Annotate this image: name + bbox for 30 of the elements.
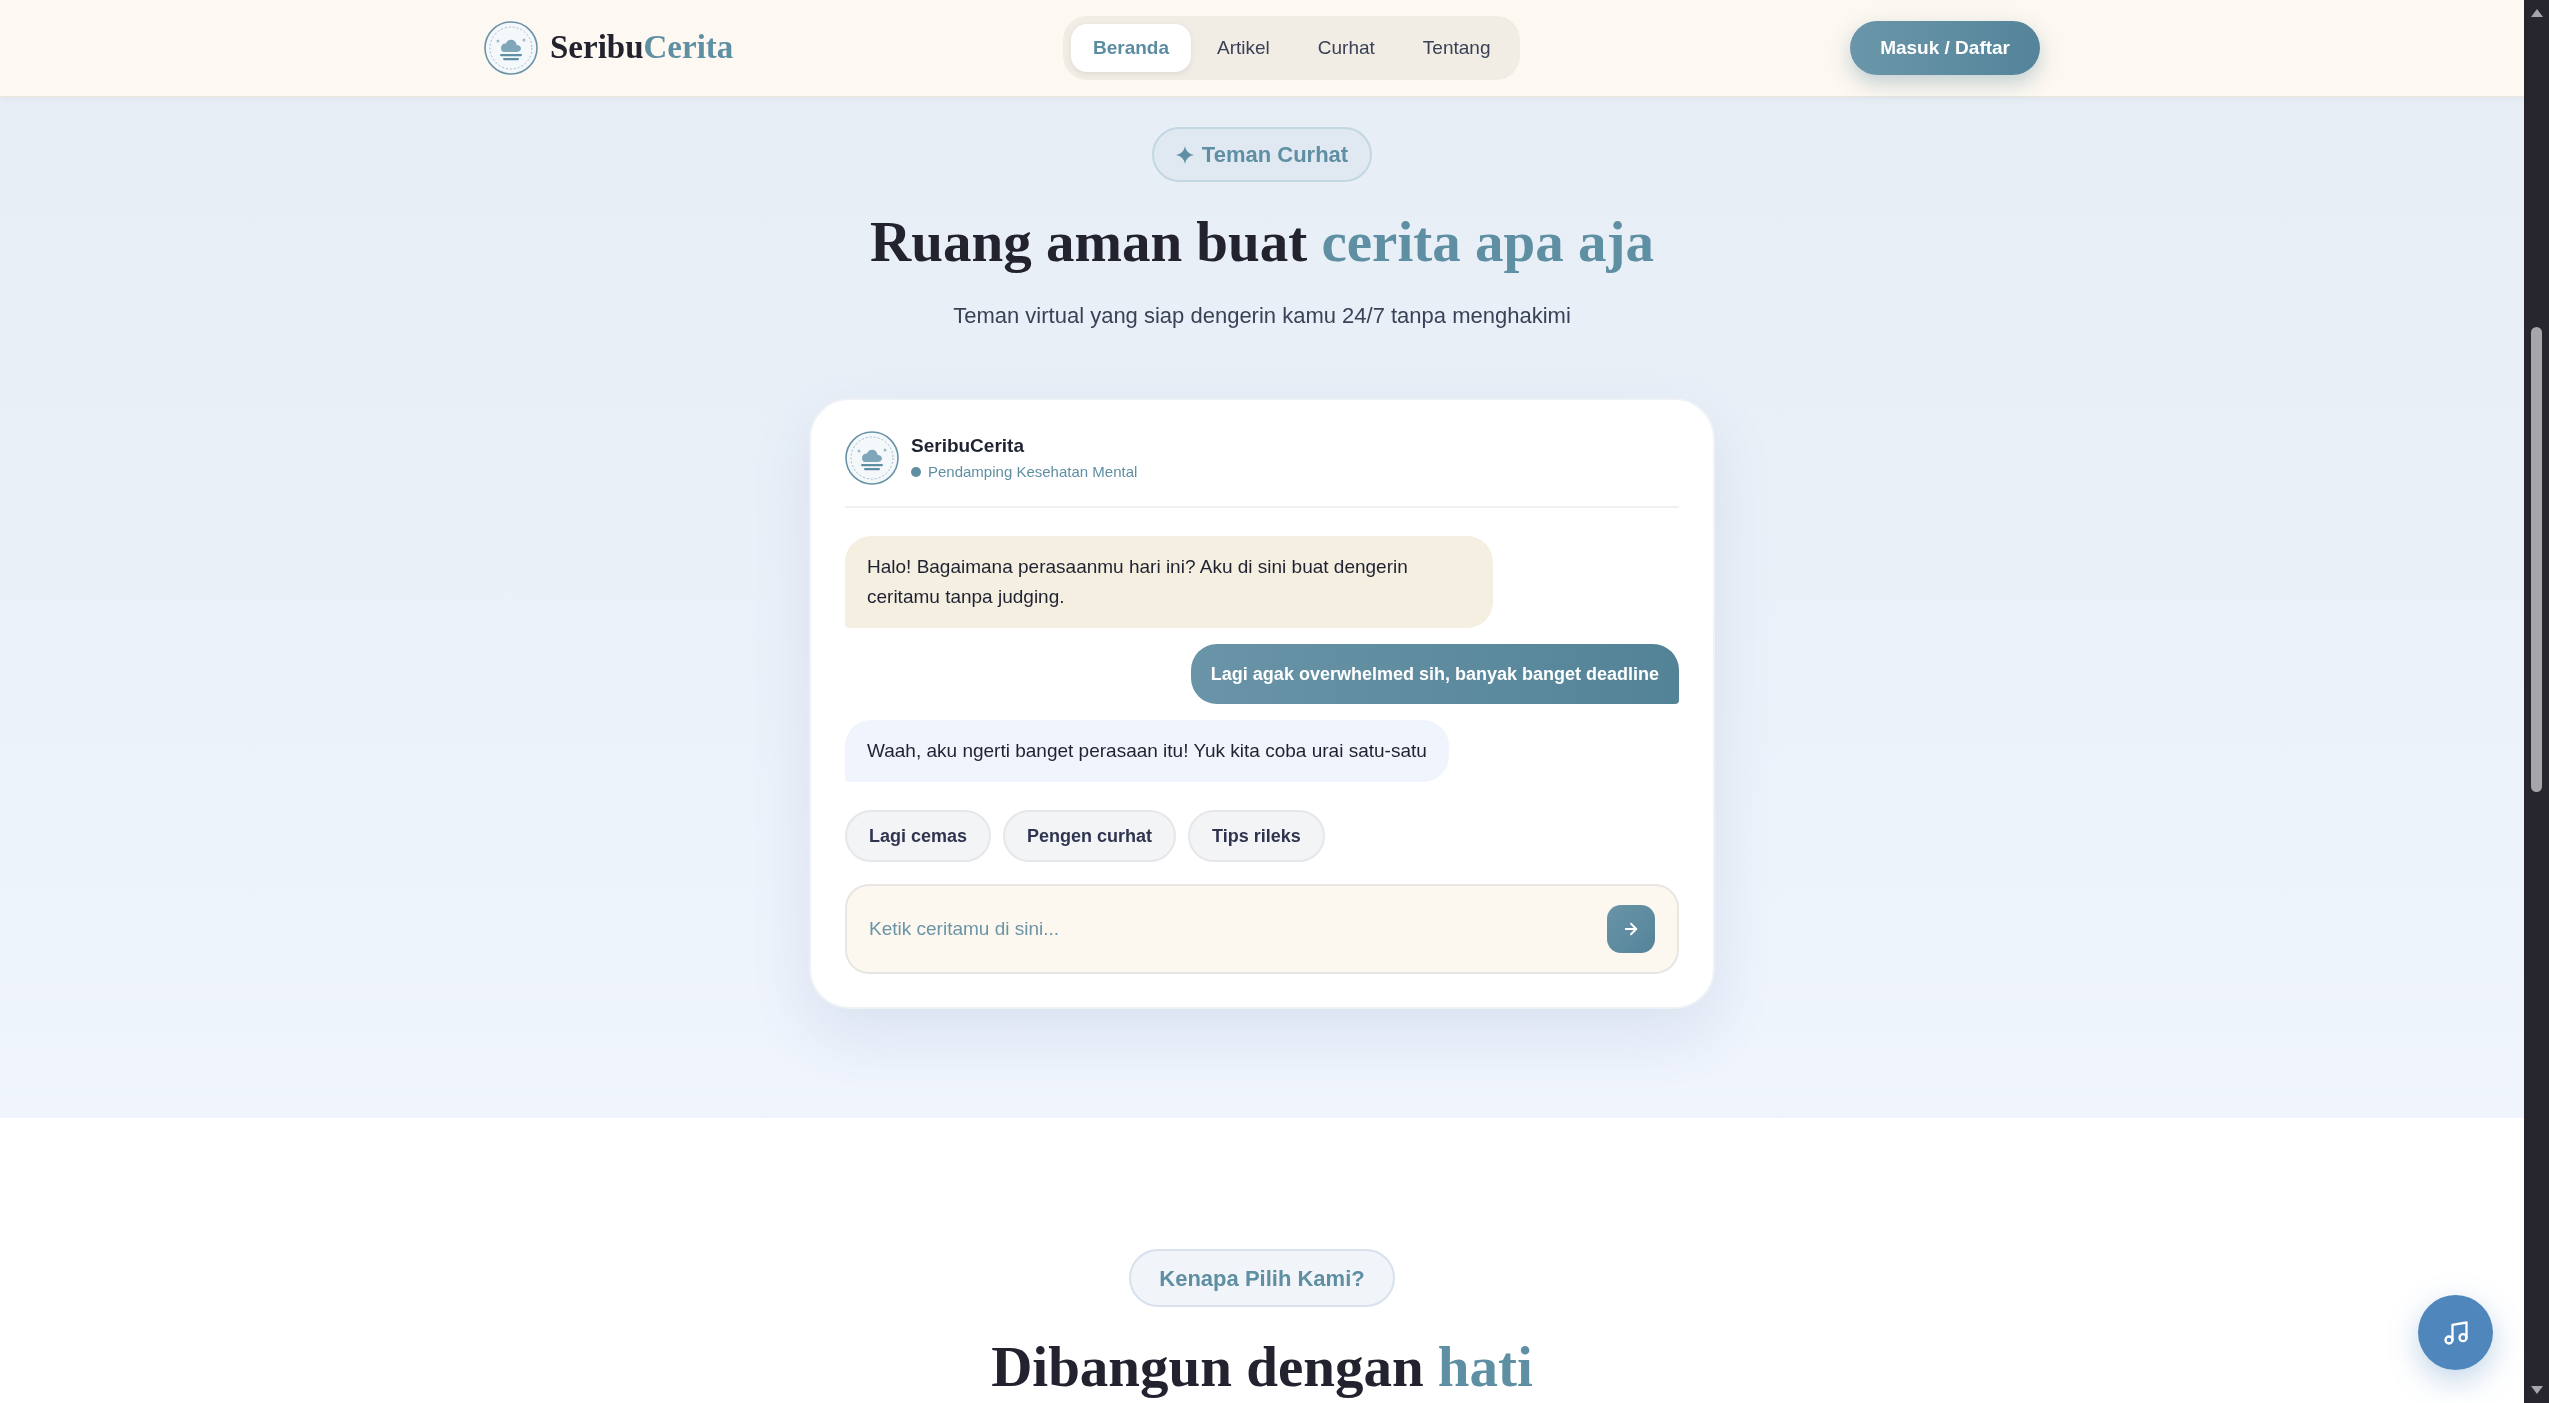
quick-reply-chip[interactable]: Lagi cemas	[845, 810, 992, 862]
bot-message: Halo! Bagaimana perasaanmu hari ini? Aku di sini buat dengerin ceritamu tanpa judging.	[845, 536, 1493, 628]
send-button[interactable]	[1607, 905, 1655, 953]
badge-label: Teman Curhat	[1201, 141, 1349, 169]
logo-icon	[845, 431, 899, 485]
scroll-up-arrow-icon[interactable]	[2530, 9, 2543, 17]
music-note-icon	[2441, 1318, 2470, 1347]
nav-tab[interactable]: Tentang	[1400, 24, 1513, 72]
logo-icon	[484, 21, 538, 75]
nav-tab[interactable]: Beranda	[1071, 24, 1191, 72]
login-button[interactable]: Masuk / Daftar	[1850, 21, 2040, 75]
arrow-right-icon	[1622, 920, 1640, 938]
hero-subtitle: Teman virtual yang siap dengerin kamu 24/7 tanpa menghakimi	[953, 302, 1571, 330]
scroll-down-arrow-icon[interactable]	[2530, 1386, 2543, 1394]
chat-status: Pendamping Kesehatan Mental	[928, 462, 1138, 482]
chat-name: SeribuCerita	[911, 434, 1025, 458]
section-badge: Kenapa Pilih Kami?	[1129, 1249, 1395, 1307]
hero-heading: Ruang aman buat cerita apa aja	[870, 209, 1654, 275]
nav-tab[interactable]: Artikel	[1195, 24, 1292, 72]
quick-reply-chip[interactable]: Tips rileks	[1188, 810, 1325, 862]
quick-reply-chip[interactable]: Pengen curhat	[1003, 810, 1177, 862]
section-heading: Dibangun dengan hati	[991, 1334, 1533, 1400]
brand-name[interactable]: SeribuCerita	[550, 23, 734, 73]
bot-message: Waah, aku ngerti banget perasaan itu! Yuk kita coba urai satu-satu	[845, 720, 1449, 782]
sparkle-icon	[1175, 145, 1194, 164]
scrollbar-thumb[interactable]	[2531, 327, 2542, 792]
scrollbar[interactable]	[2524, 0, 2549, 1403]
user-message: Lagi agak overwhelmed sih, banyak banget deadline	[1190, 644, 1679, 704]
nav-tab[interactable]: Curhat	[1295, 24, 1397, 72]
message-input[interactable]: Ketik ceritamu di sini...	[845, 884, 1679, 974]
